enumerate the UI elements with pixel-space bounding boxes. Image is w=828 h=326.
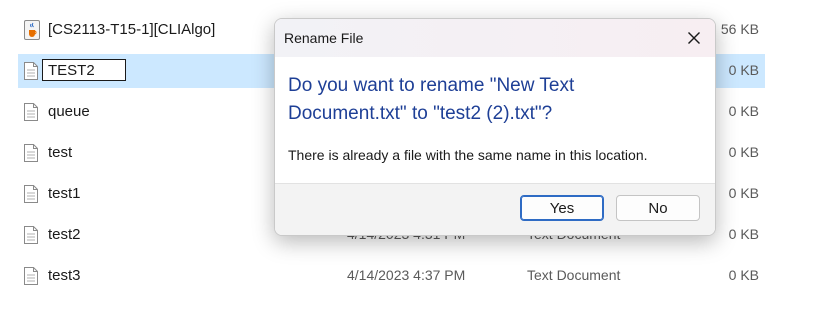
close-button[interactable] <box>681 25 707 51</box>
close-icon <box>688 32 700 44</box>
file-name: queue <box>48 103 90 120</box>
dialog-heading: Do you want to rename "New Text Document… <box>288 75 575 124</box>
file-size: 0 KB <box>728 226 759 242</box>
rename-file-dialog: Rename File Do you want to rename "New T… <box>274 18 716 236</box>
dialog-title: Rename File <box>284 30 364 46</box>
rename-input-value: TEST2 <box>48 62 95 79</box>
dialog-titlebar: Rename File <box>275 19 715 57</box>
file-type: Text Document <box>527 267 621 283</box>
text-file-icon <box>24 144 38 162</box>
file-date: 4/14/2023 4:37 PM <box>347 267 466 283</box>
text-file-icon <box>24 226 38 244</box>
file-size: 0 KB <box>728 144 759 160</box>
text-file-icon <box>24 103 38 121</box>
file-size: 0 KB <box>728 267 759 283</box>
file-name: test1 <box>48 185 81 202</box>
file-name: test3 <box>48 267 81 284</box>
text-file-icon <box>24 185 38 203</box>
no-button[interactable]: No <box>616 195 700 221</box>
text-file-icon <box>24 62 38 80</box>
file-size: 0 KB <box>728 62 759 78</box>
file-size: 0 KB <box>728 103 759 119</box>
dialog-message: There is already a file with the same na… <box>288 147 648 163</box>
file-name: test2 <box>48 226 81 243</box>
java-icon <box>24 20 40 40</box>
file-size: 56 KB <box>720 21 759 37</box>
file-name: test <box>48 144 73 161</box>
yes-button[interactable]: Yes <box>520 195 604 221</box>
file-size: 0 KB <box>728 185 759 201</box>
text-file-icon <box>24 267 38 285</box>
rename-input[interactable]: TEST2 <box>42 59 126 81</box>
dialog-footer: Yes No <box>275 183 715 235</box>
file-name: [CS2113-T15-1][CLIAlgo] <box>48 21 216 38</box>
file-row[interactable]: test3 4/14/2023 4:37 PM Text Document 0 … <box>18 259 765 293</box>
